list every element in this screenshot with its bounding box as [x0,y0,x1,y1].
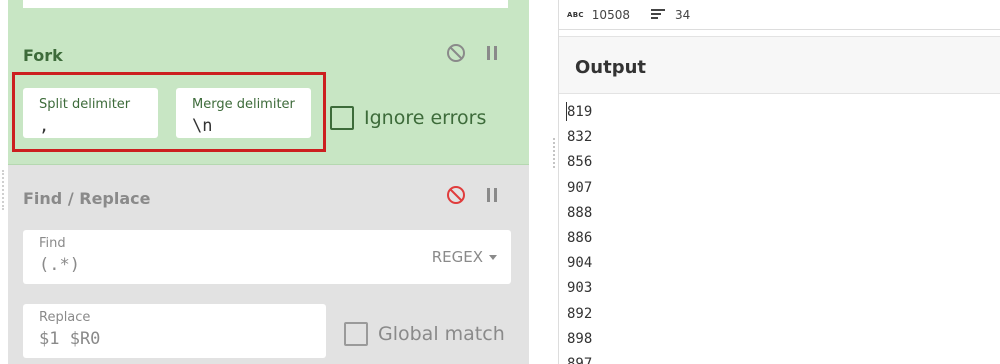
ignore-errors-label: Ignore errors [364,107,487,129]
lines-value: 34 [675,8,691,22]
disable-icon[interactable] [446,43,466,63]
output-line: 832 [567,129,593,146]
regex-dropdown[interactable]: REGEX [432,248,497,266]
previous-operation [8,0,529,24]
fork-operation: Fork Split delimiter , Merge delimiter \… [8,24,529,165]
lines-stat: 34 [651,8,690,22]
output-line: 819 [567,104,593,120]
output-title: Output [575,57,647,78]
disable-icon[interactable] [446,185,466,205]
find-replace-operation: Find / Replace Find (.*) REGEX Replace $… [8,165,529,364]
global-match-box[interactable] [344,322,368,346]
chevron-down-icon [489,254,497,260]
output-line: 904 [567,255,593,272]
regex-dropdown-label: REGEX [431,248,483,266]
output-panel: ABC 10508 34 Output 819 832 856 907 888 886 90… [558,0,1000,364]
lines-icon [651,9,665,21]
global-match-label: Global match [378,323,505,345]
output-line: 886 [567,230,593,246]
find-label: Find [39,236,66,251]
output-header: Output [559,36,1000,94]
output-stats-bar: ABC 10508 34 [559,0,1000,30]
pause-icon[interactable] [482,185,502,205]
output-line: 903 [567,280,593,297]
ignore-errors-checkbox[interactable]: Ignore errors [330,106,486,130]
replace-field[interactable]: Replace $1 $R0 [23,304,326,358]
recipe-panel: Fork Split delimiter , Merge delimiter \… [0,0,548,364]
output-line: 856 [567,154,593,171]
find-field[interactable]: Find (.*) REGEX [23,230,511,284]
app-root: Fork Split delimiter , Merge delimiter \… [0,0,1000,364]
output-line: 888 [567,204,593,221]
ignore-errors-box[interactable] [330,106,354,130]
output-line: 898 [567,330,593,347]
find-value: (.*) [39,255,80,275]
fork-title: Fork [23,46,63,65]
output-line: 897 [567,356,593,364]
previous-operation-field[interactable] [23,0,508,8]
length-stat: ABC 10508 [567,8,630,22]
length-value: 10508 [591,8,630,22]
abc-icon: ABC [567,11,584,19]
output-line: 892 [567,305,593,322]
highlight-box [12,72,326,152]
output-text[interactable]: 819 832 856 907 888 886 904 903 892 898 897 [559,94,1000,364]
output-line: 907 [567,179,593,196]
find-replace-title: Find / Replace [23,189,151,208]
replace-label: Replace [39,310,91,325]
global-match-checkbox[interactable]: Global match [344,322,505,346]
pause-icon[interactable] [482,43,502,63]
left-resize-handle[interactable] [2,170,4,210]
panel-resize-handle[interactable] [553,138,555,168]
replace-value: $1 $R0 [39,329,101,349]
